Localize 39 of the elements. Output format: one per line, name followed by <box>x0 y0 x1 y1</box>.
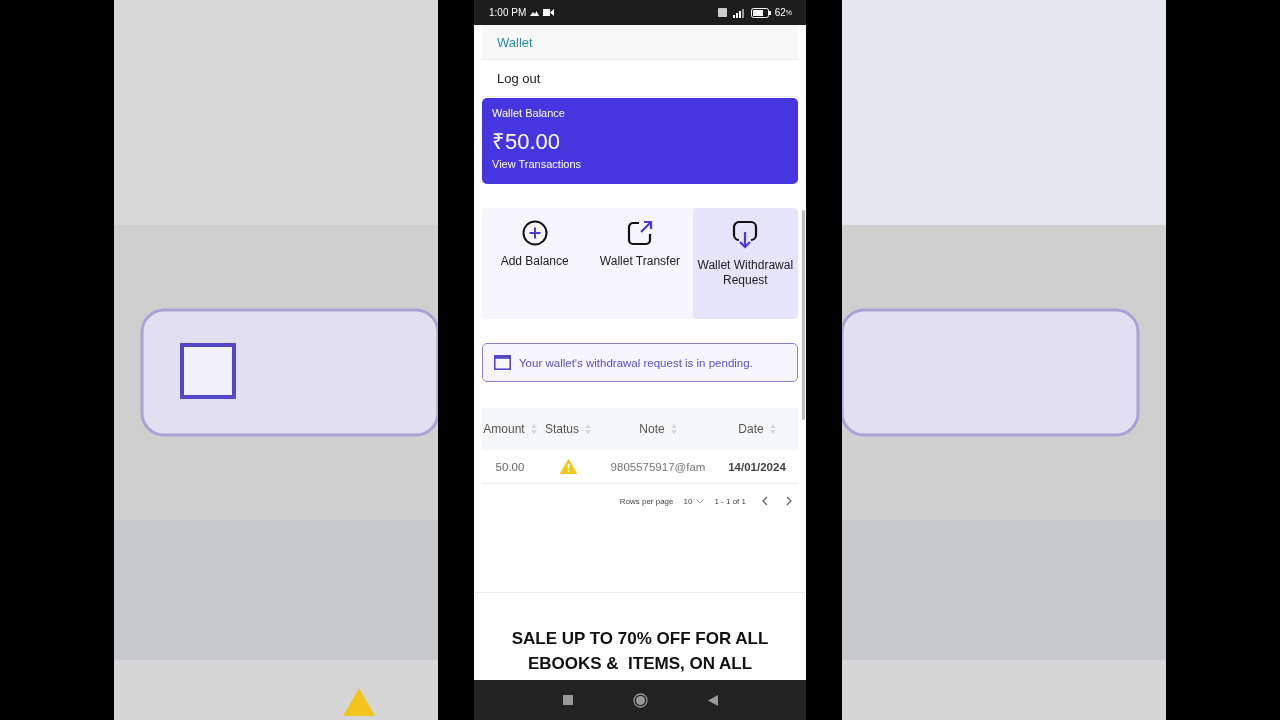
rows-per-page-label: Rows per page <box>619 496 674 506</box>
action-label: Wallet Transfer <box>599 254 681 269</box>
column-header[interactable]: Note <box>639 422 665 436</box>
previous-page-icon[interactable] <box>762 496 768 506</box>
balance-amount: ₹50.00 <box>492 128 562 155</box>
battery-icon <box>750 7 771 18</box>
status-time: 1:00 PM <box>489 7 527 18</box>
column-header[interactable]: Date <box>738 422 764 436</box>
external-link-icon <box>627 220 653 246</box>
signal-icon <box>730 7 747 18</box>
battery-level: 62 <box>774 7 786 18</box>
menu-item[interactable]: Wallet <box>482 25 798 60</box>
action-label: Add Balance <box>500 254 569 269</box>
column-header[interactable]: Amount <box>483 422 525 436</box>
table-cell: 9805575917@fam <box>610 460 706 473</box>
balance-title: Wallet Balance <box>492 107 566 119</box>
window-icon <box>494 355 511 370</box>
download-bubble-icon <box>732 220 759 250</box>
rows-per-page-select[interactable]: 10 <box>683 496 693 506</box>
action-label: Wallet Withdrawal Request <box>696 258 795 288</box>
action-tile[interactable]: Wallet Transfer <box>587 208 693 319</box>
scrollbar[interactable] <box>802 210 805 420</box>
table-cell: 14/01/2024 <box>728 460 786 473</box>
chevron-down-icon[interactable] <box>696 498 705 504</box>
table-cell: 50.00 <box>495 460 525 473</box>
column-header[interactable]: Status <box>545 422 579 436</box>
action-tile[interactable]: Add Balance <box>482 208 588 319</box>
alert-text: Your wallet's withdrawal request is in pending. <box>519 356 753 369</box>
promo-text: EBOOKS & ITEMS, ON ALL <box>527 653 753 675</box>
home-icon[interactable] <box>632 692 648 708</box>
action-tile[interactable]: Wallet Withdrawal Request <box>692 208 798 319</box>
page-range: 1 - 1 of 1 <box>714 496 746 506</box>
back-icon[interactable] <box>707 694 718 706</box>
plus-circle-icon <box>521 220 548 246</box>
square-icon[interactable] <box>562 695 573 705</box>
next-page-icon[interactable] <box>786 496 792 506</box>
video-icon <box>543 9 555 16</box>
view-transactions-link[interactable]: View Transactions <box>492 158 582 170</box>
promo-text: SALE UP TO 70% OFF FOR ALL <box>511 628 769 650</box>
